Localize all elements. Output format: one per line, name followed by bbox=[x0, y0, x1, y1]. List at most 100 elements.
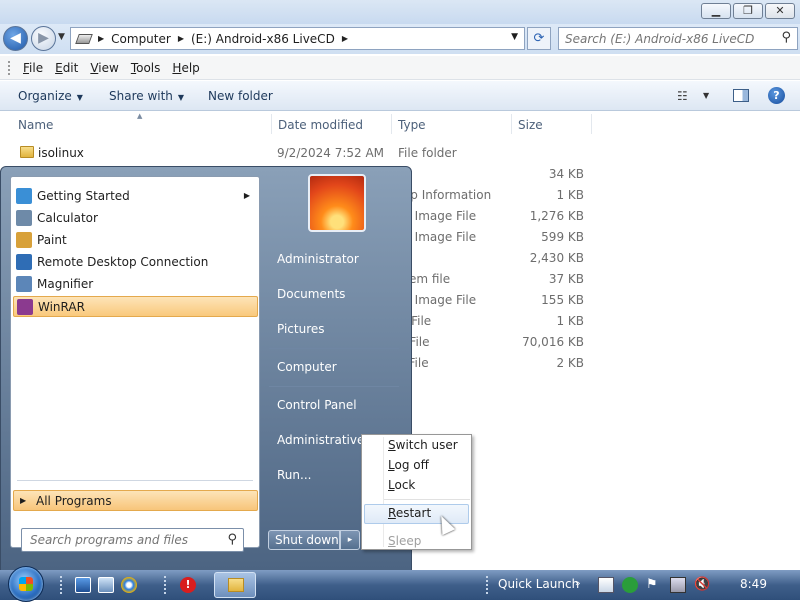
column-size[interactable]: Size bbox=[518, 118, 543, 132]
start-link-run[interactable]: Run... bbox=[277, 468, 311, 482]
column-divider[interactable] bbox=[391, 114, 392, 134]
file-size: 2 KB bbox=[556, 356, 584, 370]
minimize-button[interactable]: ▁ bbox=[701, 3, 731, 19]
back-button[interactable]: ◀ bbox=[3, 26, 28, 51]
new-folder-button[interactable]: New folder bbox=[208, 89, 273, 103]
toolbar-grip[interactable] bbox=[8, 60, 11, 75]
all-programs-button[interactable]: ▶ All Programs bbox=[13, 490, 258, 511]
toolbar-grip[interactable] bbox=[486, 576, 489, 594]
internet-explorer-icon[interactable] bbox=[121, 577, 137, 593]
start-search-input[interactable] bbox=[22, 529, 212, 551]
calculator-icon bbox=[16, 210, 32, 226]
start-link-documents[interactable]: Documents bbox=[277, 287, 345, 301]
switch-windows-icon[interactable] bbox=[98, 577, 114, 593]
start-menu: Getting Started ▶ Calculator Paint Remote De… bbox=[0, 166, 412, 572]
menu-item-restart[interactable]: Restart bbox=[388, 506, 431, 520]
address-row: ◀ ▶ ▼ ▶ Computer ▶ (E:) Android-x86 Live… bbox=[0, 24, 800, 54]
menu-bar: File Edit View Tools Help bbox=[0, 56, 800, 80]
program-item[interactable]: Remote Desktop Connection bbox=[13, 252, 258, 273]
file-row[interactable]: isolinux 9/2/2024 7:52 AM File folder bbox=[0, 143, 800, 164]
menu-item-lock[interactable]: Lock bbox=[388, 478, 415, 492]
refresh-button[interactable]: ⟳ bbox=[527, 27, 551, 50]
program-label: WinRAR bbox=[38, 300, 85, 314]
search-icon[interactable]: ⚲ bbox=[227, 532, 237, 547]
forward-button[interactable]: ▶ bbox=[31, 26, 56, 51]
program-item[interactable]: Calculator bbox=[13, 208, 258, 229]
views-icon[interactable]: ☷ bbox=[677, 89, 688, 103]
chevron-down-icon[interactable]: ▼ bbox=[703, 91, 709, 100]
chevron-right-icon[interactable]: ▶ bbox=[178, 34, 184, 43]
search-box[interactable]: ⚲ bbox=[558, 27, 798, 50]
program-item[interactable]: Paint bbox=[13, 230, 258, 251]
security-check-icon[interactable] bbox=[622, 577, 638, 593]
menu-help[interactable]: Help bbox=[166, 61, 205, 75]
start-button[interactable] bbox=[8, 566, 44, 602]
quick-launch-label[interactable]: Quick Launch bbox=[498, 577, 579, 591]
column-divider[interactable] bbox=[591, 114, 592, 134]
menu-item-log-off[interactable]: Log off bbox=[388, 458, 429, 472]
column-name[interactable]: Name bbox=[18, 118, 53, 132]
program-label: Calculator bbox=[37, 211, 98, 225]
menu-tools[interactable]: Tools bbox=[125, 61, 167, 75]
toolbar-grip[interactable] bbox=[60, 576, 63, 594]
chevron-right-icon[interactable]: ▶ bbox=[342, 34, 348, 43]
organize-label: Organize bbox=[18, 89, 72, 103]
opera-icon[interactable]: ! bbox=[180, 577, 196, 593]
address-history-dropdown-icon[interactable]: ▼ bbox=[511, 32, 518, 42]
network-icon[interactable] bbox=[670, 577, 686, 593]
start-link-administrator[interactable]: Administrator bbox=[277, 252, 359, 266]
action-center-flag-icon[interactable]: ⚑ bbox=[646, 577, 662, 593]
file-size: 1 KB bbox=[556, 188, 584, 202]
programs-pane: Getting Started ▶ Calculator Paint Remote De… bbox=[10, 176, 260, 548]
volume-muted-icon[interactable]: 🔇 bbox=[694, 577, 710, 593]
start-link-control-panel[interactable]: Control Panel bbox=[277, 398, 357, 412]
shutdown-options-arrow-icon[interactable]: ▸ bbox=[340, 530, 360, 550]
folder-icon bbox=[20, 146, 34, 158]
program-item[interactable]: Magnifier bbox=[13, 274, 258, 295]
menu-item-switch-user[interactable]: Switch user bbox=[388, 438, 458, 452]
user-picture[interactable] bbox=[308, 174, 366, 232]
menu-view[interactable]: View bbox=[84, 61, 124, 75]
clock[interactable]: 8:49 bbox=[740, 577, 767, 591]
help-icon[interactable]: ? bbox=[768, 87, 785, 104]
program-label: Magnifier bbox=[37, 277, 94, 291]
breadcrumb-drive[interactable]: (E:) Android-x86 LiveCD bbox=[191, 32, 335, 46]
address-bar[interactable]: ▶ Computer ▶ (E:) Android-x86 LiveCD ▶ ▼ bbox=[70, 27, 525, 50]
file-size: 155 KB bbox=[541, 293, 584, 307]
file-name: isolinux bbox=[38, 146, 84, 160]
search-input[interactable] bbox=[559, 28, 769, 49]
column-divider[interactable] bbox=[511, 114, 512, 134]
show-desktop-icon[interactable] bbox=[75, 577, 91, 593]
program-item[interactable]: Getting Started ▶ bbox=[13, 186, 258, 207]
breadcrumb-computer[interactable]: Computer bbox=[111, 32, 171, 46]
start-link-computer[interactable]: Computer bbox=[277, 360, 337, 374]
program-item[interactable]: WinRAR bbox=[13, 296, 258, 317]
start-search-box[interactable]: ⚲ bbox=[21, 528, 244, 552]
column-divider[interactable] bbox=[271, 114, 272, 134]
share-with-label: Share with bbox=[109, 89, 173, 103]
chevron-right-icon[interactable]: » bbox=[575, 579, 581, 589]
menu-edit[interactable]: Edit bbox=[49, 61, 84, 75]
recent-pages-icon[interactable]: ▼ bbox=[58, 32, 65, 42]
remote-desktop-icon bbox=[16, 254, 32, 270]
close-button[interactable]: ✕ bbox=[765, 3, 795, 19]
notes-icon[interactable] bbox=[598, 577, 614, 593]
maximize-button[interactable]: ❐ bbox=[733, 3, 763, 19]
shutdown-button[interactable]: Shut down bbox=[268, 530, 340, 550]
play-arrow-icon: ▶ bbox=[20, 496, 27, 505]
share-with-button[interactable]: Share with ▼ bbox=[109, 89, 184, 103]
taskbar-button-explorer[interactable] bbox=[214, 572, 256, 598]
getting-started-icon bbox=[16, 188, 32, 204]
command-bar: Organize ▼ Share with ▼ New folder ☷ ▼ ? bbox=[0, 81, 800, 111]
menu-file[interactable]: File bbox=[17, 61, 49, 75]
taskbar: ! Quick Launch » ⚑ 🔇 8:49 bbox=[0, 566, 800, 602]
chevron-right-icon[interactable]: ▶ bbox=[98, 34, 104, 43]
start-link-pictures[interactable]: Pictures bbox=[277, 322, 325, 336]
column-date-modified[interactable]: Date modified bbox=[278, 118, 363, 132]
organize-button[interactable]: Organize ▼ bbox=[18, 89, 83, 103]
preview-pane-icon[interactable] bbox=[733, 89, 749, 102]
toolbar-grip[interactable] bbox=[164, 576, 167, 594]
column-type[interactable]: Type bbox=[398, 118, 426, 132]
search-icon[interactable]: ⚲ bbox=[781, 30, 791, 45]
file-size: 599 KB bbox=[541, 230, 584, 244]
